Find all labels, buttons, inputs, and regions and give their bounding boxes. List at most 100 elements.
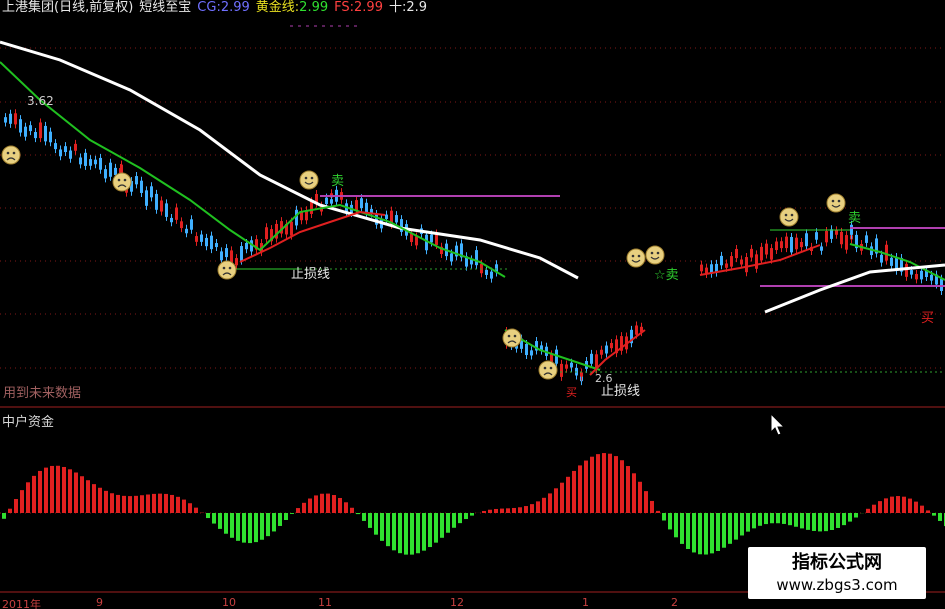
flow-bar [98,487,102,513]
flow-bar [710,513,714,554]
flow-bar [20,490,24,513]
flow-bar [500,508,504,513]
candle-body [635,325,638,335]
flow-bar [704,513,708,555]
date-label: 2011年 [2,598,41,609]
candle-body [865,235,868,243]
candle-body [805,233,808,247]
date-label: 2 [671,596,678,609]
date-label: 12 [450,596,464,609]
flow-bar [644,491,648,513]
flow-bar [302,502,306,513]
smile-face-icon [779,207,799,227]
price-chart [0,25,945,593]
candle-body [109,162,112,177]
flow-bar [518,507,522,513]
candle-body [185,228,188,234]
candle-body [84,152,87,166]
flow-bar [32,475,36,513]
date-label: 1 [582,596,589,609]
flow-bar [608,453,612,513]
candle-body [560,363,563,377]
flow-bar [56,465,60,513]
candle-body [740,259,743,265]
flow-bar [428,513,432,548]
candle-body [150,186,153,198]
candle-body [915,273,918,280]
candle-body [54,143,57,150]
candle-body [155,193,158,210]
subchart-title: 中户资金 [2,415,55,430]
flow-bar [50,465,54,513]
candle-body [940,278,943,291]
flow-bar [188,503,192,513]
candle-body [39,122,42,139]
flow-bar [554,488,558,513]
candle-body [820,246,823,251]
signal-faces [1,145,846,380]
candle-body [220,251,223,261]
flow-bar [284,513,288,520]
candle-body [215,243,218,248]
flow-bar [896,496,900,513]
smile-face-icon [626,248,646,268]
flow-bar [458,513,462,524]
buy-signal-2: 买 [566,386,577,399]
flow-bar [722,513,726,548]
flow-bar [650,500,654,513]
candle-body [785,236,788,249]
watermark-line2: www.zbgs3.com [776,576,898,594]
flow-bar [68,469,72,513]
flow-bar [686,513,690,549]
candle-body [830,229,833,239]
candle-body [435,233,438,245]
flow-bar [626,466,630,513]
mouse-pointer-icon [770,413,786,436]
candle-body [175,207,178,220]
candle-body [530,350,533,356]
candle-body [395,215,398,223]
candle-body [760,246,763,261]
flow-bar [350,507,354,513]
flow-bar [422,513,426,551]
flow-bar [380,513,384,541]
flow-bar [332,495,336,513]
candle-body [430,234,433,243]
candle-body [79,157,82,165]
flow-bar [122,495,126,513]
flow-bar [272,513,276,532]
date-label: 10 [222,596,236,609]
candle-body [720,255,723,266]
flow-bar [692,513,696,553]
flow-bar [182,499,186,513]
flow-bar [932,513,936,516]
candle-body [44,125,47,142]
flow-bar [110,493,114,513]
candle-body [94,159,97,165]
flow-bar [572,470,576,513]
flow-bar [524,506,528,513]
flow-bar [62,466,66,513]
flow-bar [14,499,18,513]
flow-bar [836,513,840,528]
candle-body [920,270,923,280]
flow-bar [728,513,732,544]
candle-body [9,113,12,124]
candle-body [64,146,67,153]
candle-body [400,219,403,232]
flow-bar [794,513,798,527]
candle-body [890,257,893,266]
flow-bar [230,513,234,538]
flow-bar [842,513,846,526]
candle-body [195,236,198,242]
candle-body [790,236,793,253]
watermark-line1: 指标公式网 [792,552,882,573]
flow-bar [344,502,348,513]
flow-bar [86,480,90,513]
flow-bar [938,513,942,521]
candle-body [240,246,243,261]
flow-bar [566,476,570,513]
flow-bar [392,513,396,551]
flow-bar [248,513,252,544]
future-data-note: 用到未来数据 [3,386,82,401]
